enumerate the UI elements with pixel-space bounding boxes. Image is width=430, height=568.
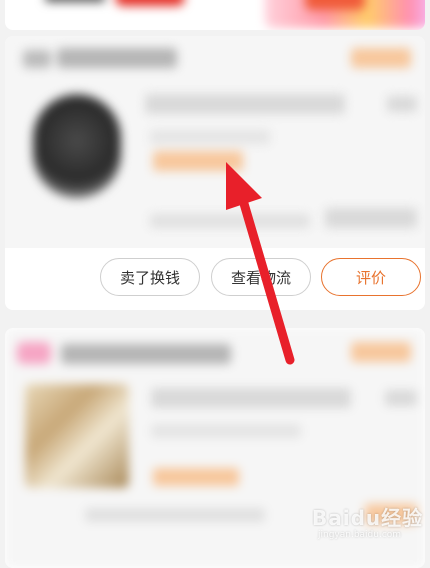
shop-icon	[23, 50, 51, 68]
second-product-title	[151, 388, 351, 408]
order-action-bar: 卖了换钱 查看物流 评价	[5, 248, 425, 310]
second-product-price	[385, 390, 417, 406]
watermark-url: jingyan.baidu.com	[318, 530, 402, 540]
promo-banner[interactable]	[265, 0, 425, 28]
order-total-amount	[325, 208, 417, 228]
second-order-status	[351, 342, 411, 362]
second-store-name	[61, 344, 231, 364]
second-product-spec	[151, 424, 301, 438]
second-product-tag	[153, 468, 239, 486]
product-title	[145, 94, 345, 114]
product-price	[387, 96, 417, 112]
review-button[interactable]: 评价	[321, 258, 421, 296]
previous-order-tag	[115, 0, 185, 6]
previous-order-card	[5, 0, 425, 30]
promo-banner-graphic	[305, 0, 365, 10]
product-thumbnail[interactable]	[33, 94, 121, 198]
order-total-text	[150, 214, 310, 228]
watermark-logo: Baidu经验	[312, 506, 424, 530]
order-status	[351, 48, 411, 68]
store-badge-icon	[17, 342, 51, 364]
order-details-blurred	[5, 36, 425, 248]
second-product-thumbnail	[25, 384, 129, 488]
store-name	[57, 48, 177, 68]
product-service-tag	[153, 151, 243, 171]
sell-for-cash-button[interactable]: 卖了换钱	[100, 258, 200, 296]
order-card[interactable]: 卖了换钱 查看物流 评价	[5, 36, 425, 310]
second-order-total	[85, 508, 265, 522]
product-spec	[150, 130, 270, 144]
previous-order-text	[45, 0, 105, 2]
view-logistics-button[interactable]: 查看物流	[211, 258, 311, 296]
